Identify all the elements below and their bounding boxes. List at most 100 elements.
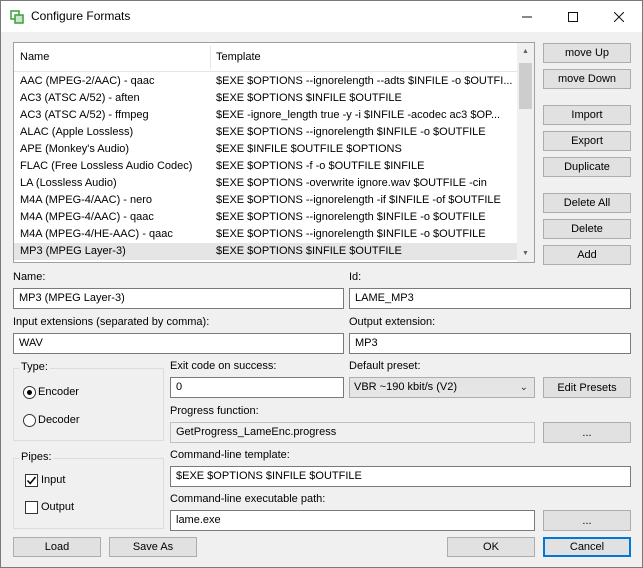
close-button[interactable] [596, 1, 642, 32]
minimize-button[interactable] [504, 1, 550, 32]
exit-code-label: Exit code on success: [170, 360, 277, 372]
row-template-cell: $EXE $OPTIONS --overwrite $INFILE -of $O… [216, 260, 516, 262]
chevron-down-icon: ⌄ [519, 382, 528, 393]
executable-browse-button[interactable]: ... [543, 510, 631, 531]
scroll-up-icon[interactable]: ▲ [517, 43, 534, 60]
output-extension-field[interactable]: MP3 [349, 333, 631, 354]
command-template-label: Command-line template: [170, 449, 290, 461]
row-name-cell: M4A (MPEG-4/HE-AAC) - qaac [20, 228, 173, 240]
pipes-group [13, 458, 164, 529]
move-down-button[interactable]: move Down [543, 69, 631, 89]
table-row[interactable]: M4A (MPEG-4/HE-AAC) - qaac $EXE $OPTIONS … [14, 226, 518, 243]
input-extensions-label: Input extensions (separated by comma): [13, 316, 210, 328]
table-row[interactable]: FLAC (Free Lossless Audio Codec) $EXE $OP… [14, 158, 518, 175]
progress-function-label: Progress function: [170, 405, 259, 417]
minimize-icon [522, 16, 532, 17]
row-template-cell: $EXE $OPTIONS --ignorelength $INFILE -o … [216, 126, 486, 138]
app-icon [10, 10, 24, 24]
window-title: Configure Formats [31, 9, 131, 23]
table-row[interactable]: AAC (MPEG-2/AAC) - qaac $EXE $OPTIONS --i… [14, 73, 518, 90]
scroll-down-icon[interactable]: ▼ [517, 245, 534, 262]
row-name-cell: APE (Monkey's Audio) [20, 143, 130, 155]
row-name-cell: M4A (MPEG-4/AAC) - qaac [20, 211, 154, 223]
table-row[interactable]: AC3 (ATSC A/52) - aften $EXE $OPTIONS $IN… [14, 90, 518, 107]
table-row[interactable]: MPC (Musepack) $EXE $OPTIONS --overwrite … [14, 260, 518, 262]
row-template-cell: $EXE $OPTIONS $INFILE $OUTFILE [216, 92, 402, 104]
pipe-output-label[interactable]: Output [41, 501, 74, 513]
add-button[interactable]: Add [543, 245, 631, 265]
encoder-label[interactable]: Encoder [38, 386, 79, 398]
row-template-cell: $EXE $OPTIONS --ignorelength $INFILE -o … [216, 228, 486, 240]
ok-button[interactable]: OK [447, 537, 535, 557]
close-icon [614, 11, 624, 22]
title-bar[interactable]: Configure Formats [1, 1, 642, 32]
column-header-name[interactable]: Name [14, 43, 49, 72]
default-preset-label: Default preset: [349, 360, 421, 372]
table-row[interactable]: M4A (MPEG-4/AAC) - qaac $EXE $OPTIONS --i… [14, 209, 518, 226]
table-row[interactable]: APE (Monkey's Audio) $EXE $INFILE $OUTFIL… [14, 141, 518, 158]
row-template-cell: $EXE $INFILE $OUTFILE $OPTIONS [216, 143, 402, 155]
row-template-cell: $EXE $OPTIONS $INFILE $OUTFILE [216, 245, 402, 257]
configure-formats-window: Configure Formats Name Template AAC (MPE… [0, 0, 643, 568]
row-name-cell: M4A (MPEG-4/AAC) - nero [20, 194, 153, 206]
row-template-cell: $EXE $OPTIONS --ignorelength --adts $INF… [216, 75, 513, 87]
delete-all-button[interactable]: Delete All [543, 193, 631, 213]
row-template-cell: $EXE $OPTIONS -f -o $OUTFILE $INFILE [216, 160, 425, 172]
default-preset-value: VBR ~190 kbit/s (V2) [354, 381, 458, 393]
row-name-cell: LA (Lossless Audio) [20, 177, 117, 189]
input-extensions-field[interactable]: WAV [13, 333, 344, 354]
checkmark-icon [26, 476, 37, 485]
executable-path-label: Command-line executable path: [170, 493, 326, 505]
row-name-cell: AC3 (ATSC A/52) - aften [20, 92, 140, 104]
name-field[interactable]: MP3 (MPEG Layer-3) [13, 288, 344, 309]
maximize-button[interactable] [550, 1, 596, 32]
row-name-cell: AC3 (ATSC A/52) - ffmpeg [20, 109, 149, 121]
id-field[interactable]: LAME_MP3 [349, 288, 631, 309]
command-template-field[interactable]: $EXE $OPTIONS $INFILE $OUTFILE [170, 466, 631, 487]
decoder-label[interactable]: Decoder [38, 414, 80, 426]
formats-list[interactable]: Name Template AAC (MPEG-2/AAC) - qaac $EX… [13, 42, 535, 263]
row-name-cell: MP3 (MPEG Layer-3) [20, 245, 126, 257]
scroll-thumb[interactable] [519, 63, 532, 109]
table-row[interactable]: ALAC (Apple Lossless) $EXE $OPTIONS --ign… [14, 124, 518, 141]
column-header-template[interactable]: Template [210, 43, 261, 72]
pipes-group-title: Pipes: [19, 451, 54, 463]
row-template-cell: $EXE -ignore_length true -y -i $INFILE -… [216, 109, 501, 121]
save-as-button[interactable]: Save As [109, 537, 197, 557]
encoder-radio[interactable] [23, 386, 36, 399]
row-template-cell: $EXE $OPTIONS --ignorelength -if $INFILE… [216, 194, 501, 206]
import-button[interactable]: Import [543, 105, 631, 125]
cancel-button[interactable]: Cancel [543, 537, 631, 557]
duplicate-button[interactable]: Duplicate [543, 157, 631, 177]
delete-button[interactable]: Delete [543, 219, 631, 239]
type-group-title: Type: [19, 361, 50, 373]
table-row[interactable]: M4A (MPEG-4/AAC) - nero $EXE $OPTIONS --i… [14, 192, 518, 209]
pipe-input-checkbox[interactable] [25, 474, 38, 487]
executable-path-field[interactable]: lame.exe [170, 510, 535, 531]
pipe-output-checkbox[interactable] [25, 501, 38, 514]
progress-browse-button[interactable]: ... [543, 422, 631, 443]
table-row[interactable]: AC3 (ATSC A/52) - ffmpeg $EXE -ignore_len… [14, 107, 518, 124]
move-up-button[interactable]: move Up [543, 43, 631, 63]
row-template-cell: $EXE $OPTIONS --ignorelength $INFILE -o … [216, 211, 486, 223]
table-row[interactable]: MP3 (MPEG Layer-3) $EXE $OPTIONS $INFILE … [14, 243, 518, 260]
progress-function-field[interactable]: GetProgress_LameEnc.progress [170, 422, 535, 443]
list-rows: AAC (MPEG-2/AAC) - qaac $EXE $OPTIONS --i… [14, 73, 518, 262]
name-label: Name: [13, 271, 46, 283]
list-scrollbar[interactable]: ▲ ▼ [517, 43, 534, 262]
load-button[interactable]: Load [13, 537, 101, 557]
list-header: Name Template [14, 43, 518, 72]
row-name-cell: ALAC (Apple Lossless) [20, 126, 134, 138]
edit-presets-button[interactable]: Edit Presets [543, 377, 631, 398]
exit-code-field[interactable]: 0 [170, 377, 344, 398]
default-preset-select[interactable]: VBR ~190 kbit/s (V2) ⌄ [349, 377, 535, 398]
row-name-cell: AAC (MPEG-2/AAC) - qaac [20, 75, 155, 87]
row-name-cell: FLAC (Free Lossless Audio Codec) [20, 160, 193, 172]
type-group [13, 368, 164, 441]
pipe-input-label[interactable]: Input [41, 474, 65, 486]
row-name-cell: MPC (Musepack) [20, 260, 210, 262]
export-button[interactable]: Export [543, 131, 631, 151]
decoder-radio[interactable] [23, 414, 36, 427]
radio-selected-icon [27, 390, 32, 395]
table-row[interactable]: LA (Lossless Audio) $EXE $OPTIONS -overwr… [14, 175, 518, 192]
